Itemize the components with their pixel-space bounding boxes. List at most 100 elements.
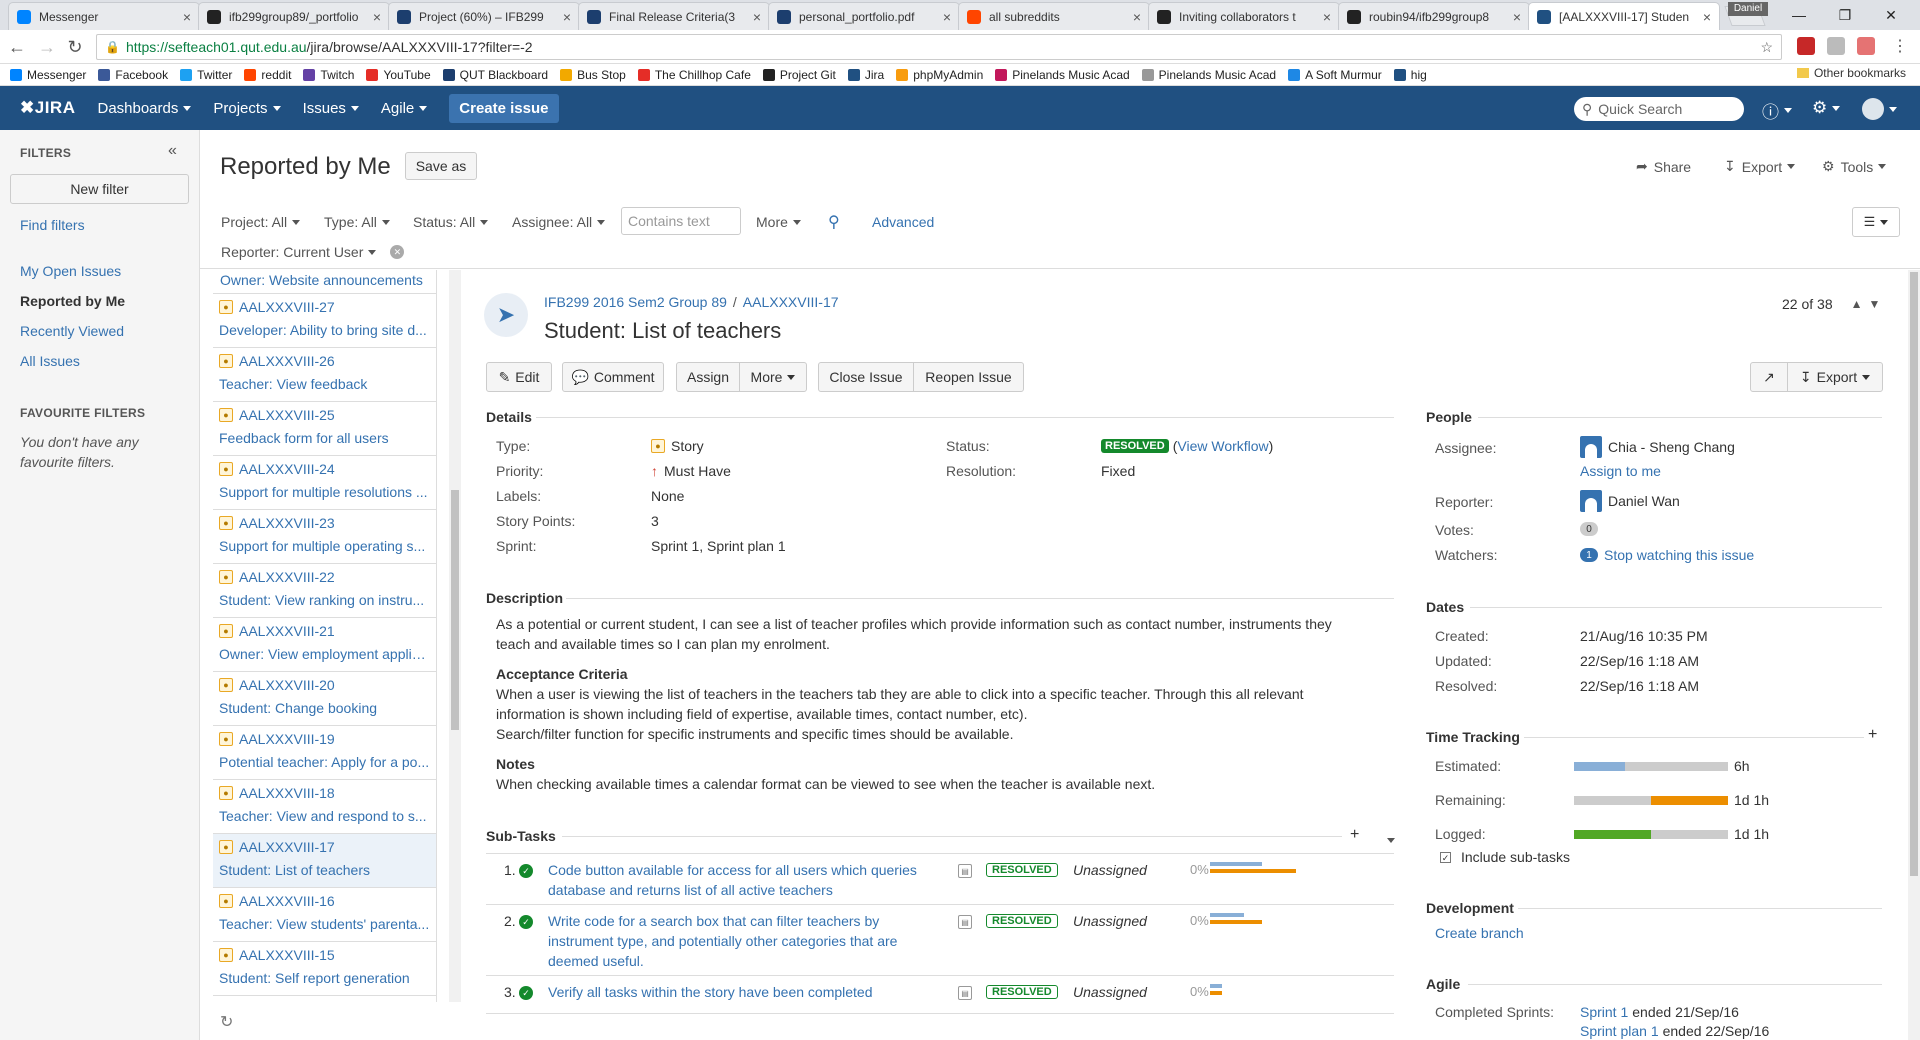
close-tab-icon[interactable]: ×: [563, 9, 571, 25]
issue-list-item[interactable]: ● AALXXXVIII-16 Teacher: View students' pa…: [213, 888, 436, 942]
ublock-icon[interactable]: [1797, 37, 1815, 55]
edit-button[interactable]: ✎ Edit: [486, 362, 552, 392]
close-tab-icon[interactable]: ×: [753, 9, 761, 25]
close-tab-icon[interactable]: ×: [1323, 9, 1331, 25]
reload-icon[interactable]: ↻: [64, 37, 86, 58]
issue-list-item[interactable]: ● AALXXXVIII-19 Potential teacher: Apply f…: [213, 726, 436, 780]
address-bar[interactable]: 🔒 https://sefteach01.qut.edu.au/jira/bro…: [96, 34, 1782, 60]
create-issue-button[interactable]: Create issue: [449, 93, 559, 123]
advanced-search-link[interactable]: Advanced: [872, 214, 934, 230]
view-workflow-link[interactable]: View Workflow: [1177, 438, 1268, 454]
breadcrumb-issue-key[interactable]: AALXXXVIII-17: [743, 294, 839, 310]
back-icon[interactable]: ←: [6, 37, 28, 58]
browser-tab[interactable]: Project (60%) – IFB299 ×: [388, 2, 580, 30]
gear-icon[interactable]: ⚙: [1812, 98, 1841, 118]
browser-tab[interactable]: ifb299group89/_portfolio ×: [198, 2, 390, 30]
comment-button[interactable]: 💬 Comment: [562, 362, 664, 392]
assign-to-me-link[interactable]: Assign to me: [1580, 463, 1661, 479]
bookmark-item[interactable]: Jira: [847, 68, 884, 82]
browser-tab[interactable]: [AALXXXVIII-17] Studen ×: [1528, 2, 1720, 30]
bookmark-item[interactable]: The Chillhop Cafe: [637, 68, 751, 82]
browser-tab[interactable]: Inviting collaborators t ×: [1148, 2, 1340, 30]
other-bookmarks[interactable]: Other bookmarks: [1796, 66, 1906, 80]
issue-list-item[interactable]: ● AALXXXVIII-26 Teacher: View feedback: [213, 348, 436, 402]
bookmark-star-icon[interactable]: ☆: [1760, 39, 1773, 56]
issue-list-item[interactable]: ● AALXXXVIII-18 Teacher: View and respond …: [213, 780, 436, 834]
bookmark-item[interactable]: reddit: [244, 68, 291, 82]
bookmark-item[interactable]: Twitch: [303, 68, 354, 82]
share-button[interactable]: ➦ Share: [1636, 158, 1691, 175]
more-actions-button[interactable]: More: [739, 362, 807, 392]
sidebar-item-recently-viewed[interactable]: Recently Viewed: [20, 323, 124, 339]
bookmark-item[interactable]: Messenger: [10, 68, 86, 82]
sprint-plan-1-link[interactable]: Sprint plan 1: [1580, 1023, 1659, 1039]
share-issue-button[interactable]: ↗: [1750, 362, 1788, 392]
collapse-sidebar-icon[interactable]: «: [168, 142, 177, 160]
browser-tab[interactable]: Final Release Criteria(3 ×: [578, 2, 770, 30]
export-issue-button[interactable]: ↧ Export: [1787, 362, 1883, 392]
quick-search-input[interactable]: ⚲ Quick Search: [1574, 97, 1744, 121]
close-tab-icon[interactable]: ×: [373, 9, 381, 25]
bookmark-item[interactable]: Facebook: [98, 68, 168, 82]
project-filter[interactable]: Project: All: [221, 214, 301, 230]
new-filter-button[interactable]: New filter: [10, 174, 189, 204]
export-menu-button[interactable]: ↧ Export: [1724, 158, 1796, 175]
layout-switcher-button[interactable]: ☰: [1852, 207, 1900, 237]
close-tab-icon[interactable]: ×: [1513, 9, 1521, 25]
issue-list-item[interactable]: ● AALXXXVIII-21 Owner: View employment app…: [213, 618, 436, 672]
sidebar-item-my-open-issues[interactable]: My Open Issues: [20, 263, 121, 279]
nav-issues[interactable]: Issues: [303, 100, 359, 117]
status-filter[interactable]: Status: All: [413, 214, 489, 230]
issue-list-item[interactable]: ● AALXXXVIII-25 Feedback form for all user…: [213, 402, 436, 456]
extension-icon[interactable]: [1827, 37, 1845, 55]
subtask-options-icon[interactable]: [1382, 830, 1395, 846]
assign-button[interactable]: Assign: [676, 362, 740, 392]
include-subtasks-checkbox[interactable]: ✓ Include sub-tasks: [1440, 849, 1570, 865]
nav-dashboards[interactable]: Dashboards: [97, 100, 192, 117]
nav-projects[interactable]: Projects: [213, 100, 281, 117]
find-filters-link[interactable]: Find filters: [20, 217, 85, 233]
issue-list-item[interactable]: ● AALXXXVIII-15 Student: Self report gener…: [213, 942, 436, 996]
contains-text-input[interactable]: Contains text: [621, 207, 741, 235]
assignee-filter[interactable]: Assignee: All: [512, 214, 606, 230]
issue-list-scrollbar[interactable]: [449, 270, 461, 1002]
pdf-extension-icon[interactable]: [1857, 37, 1875, 55]
reporter-filter[interactable]: Reporter: Current User ✕: [221, 244, 405, 260]
nav-agile[interactable]: Agile: [381, 100, 428, 117]
issue-list-item[interactable]: ● AALXXXVIII-23 Support for multiple opera…: [213, 510, 436, 564]
search-icon[interactable]: ⚲: [828, 212, 840, 232]
stop-watching-link[interactable]: Stop watching this issue: [1604, 547, 1754, 563]
subtask-link[interactable]: Verify all tasks within the story have b…: [548, 982, 928, 1002]
close-tab-icon[interactable]: ×: [1133, 9, 1141, 25]
user-avatar[interactable]: [1862, 98, 1897, 120]
reopen-issue-button[interactable]: Reopen Issue: [913, 362, 1024, 392]
bookmark-item[interactable]: Bus Stop: [560, 68, 626, 82]
bookmark-item[interactable]: YouTube: [366, 68, 431, 82]
browser-tab[interactable]: roubin94/ifb299group8 ×: [1338, 2, 1530, 30]
bookmark-item[interactable]: Pinelands Music Acad: [1141, 68, 1276, 82]
maximize-icon[interactable]: ❐: [1822, 0, 1868, 30]
close-window-icon[interactable]: ✕: [1868, 0, 1914, 30]
sidebar-item-all-issues[interactable]: All Issues: [20, 353, 80, 369]
browser-tab[interactable]: personal_portfolio.pdf ×: [768, 2, 960, 30]
browser-profile-badge[interactable]: Daniel: [1728, 2, 1768, 16]
refresh-icon[interactable]: ↻: [220, 1012, 233, 1032]
issue-list-item[interactable]: ● AALXXXVIII-27 Developer: Ability to brin…: [213, 294, 436, 348]
tools-menu-button[interactable]: ⚙ Tools: [1822, 158, 1887, 175]
sprint-1-link[interactable]: Sprint 1: [1580, 1004, 1628, 1020]
browser-menu-icon[interactable]: ⋮: [1892, 36, 1908, 56]
issue-list-item[interactable]: ● AALXXXVIII-24 Support for multiple resol…: [213, 456, 436, 510]
next-issue-icon[interactable]: ▼: [1869, 297, 1881, 311]
bookmark-item[interactable]: A Soft Murmur: [1288, 68, 1382, 82]
bookmark-item[interactable]: hig: [1393, 68, 1427, 82]
minimize-icon[interactable]: —: [1776, 0, 1822, 30]
close-issue-button[interactable]: Close Issue: [818, 362, 914, 392]
clear-filter-icon[interactable]: ✕: [390, 245, 405, 259]
issue-list-item[interactable]: ● AALXXXVIII-20 Student: Change booking: [213, 672, 436, 726]
browser-tab[interactable]: Messenger ×: [8, 2, 200, 30]
forward-icon[interactable]: →: [36, 37, 58, 58]
issue-list-item[interactable]: ● AALXXXVIII-17 Student: List of teachers: [213, 834, 436, 888]
jira-logo[interactable]: ✖JIRA: [20, 98, 75, 118]
subtask-link[interactable]: Write code for a search box that can fil…: [548, 911, 928, 971]
page-scrollbar[interactable]: [1908, 270, 1920, 1040]
